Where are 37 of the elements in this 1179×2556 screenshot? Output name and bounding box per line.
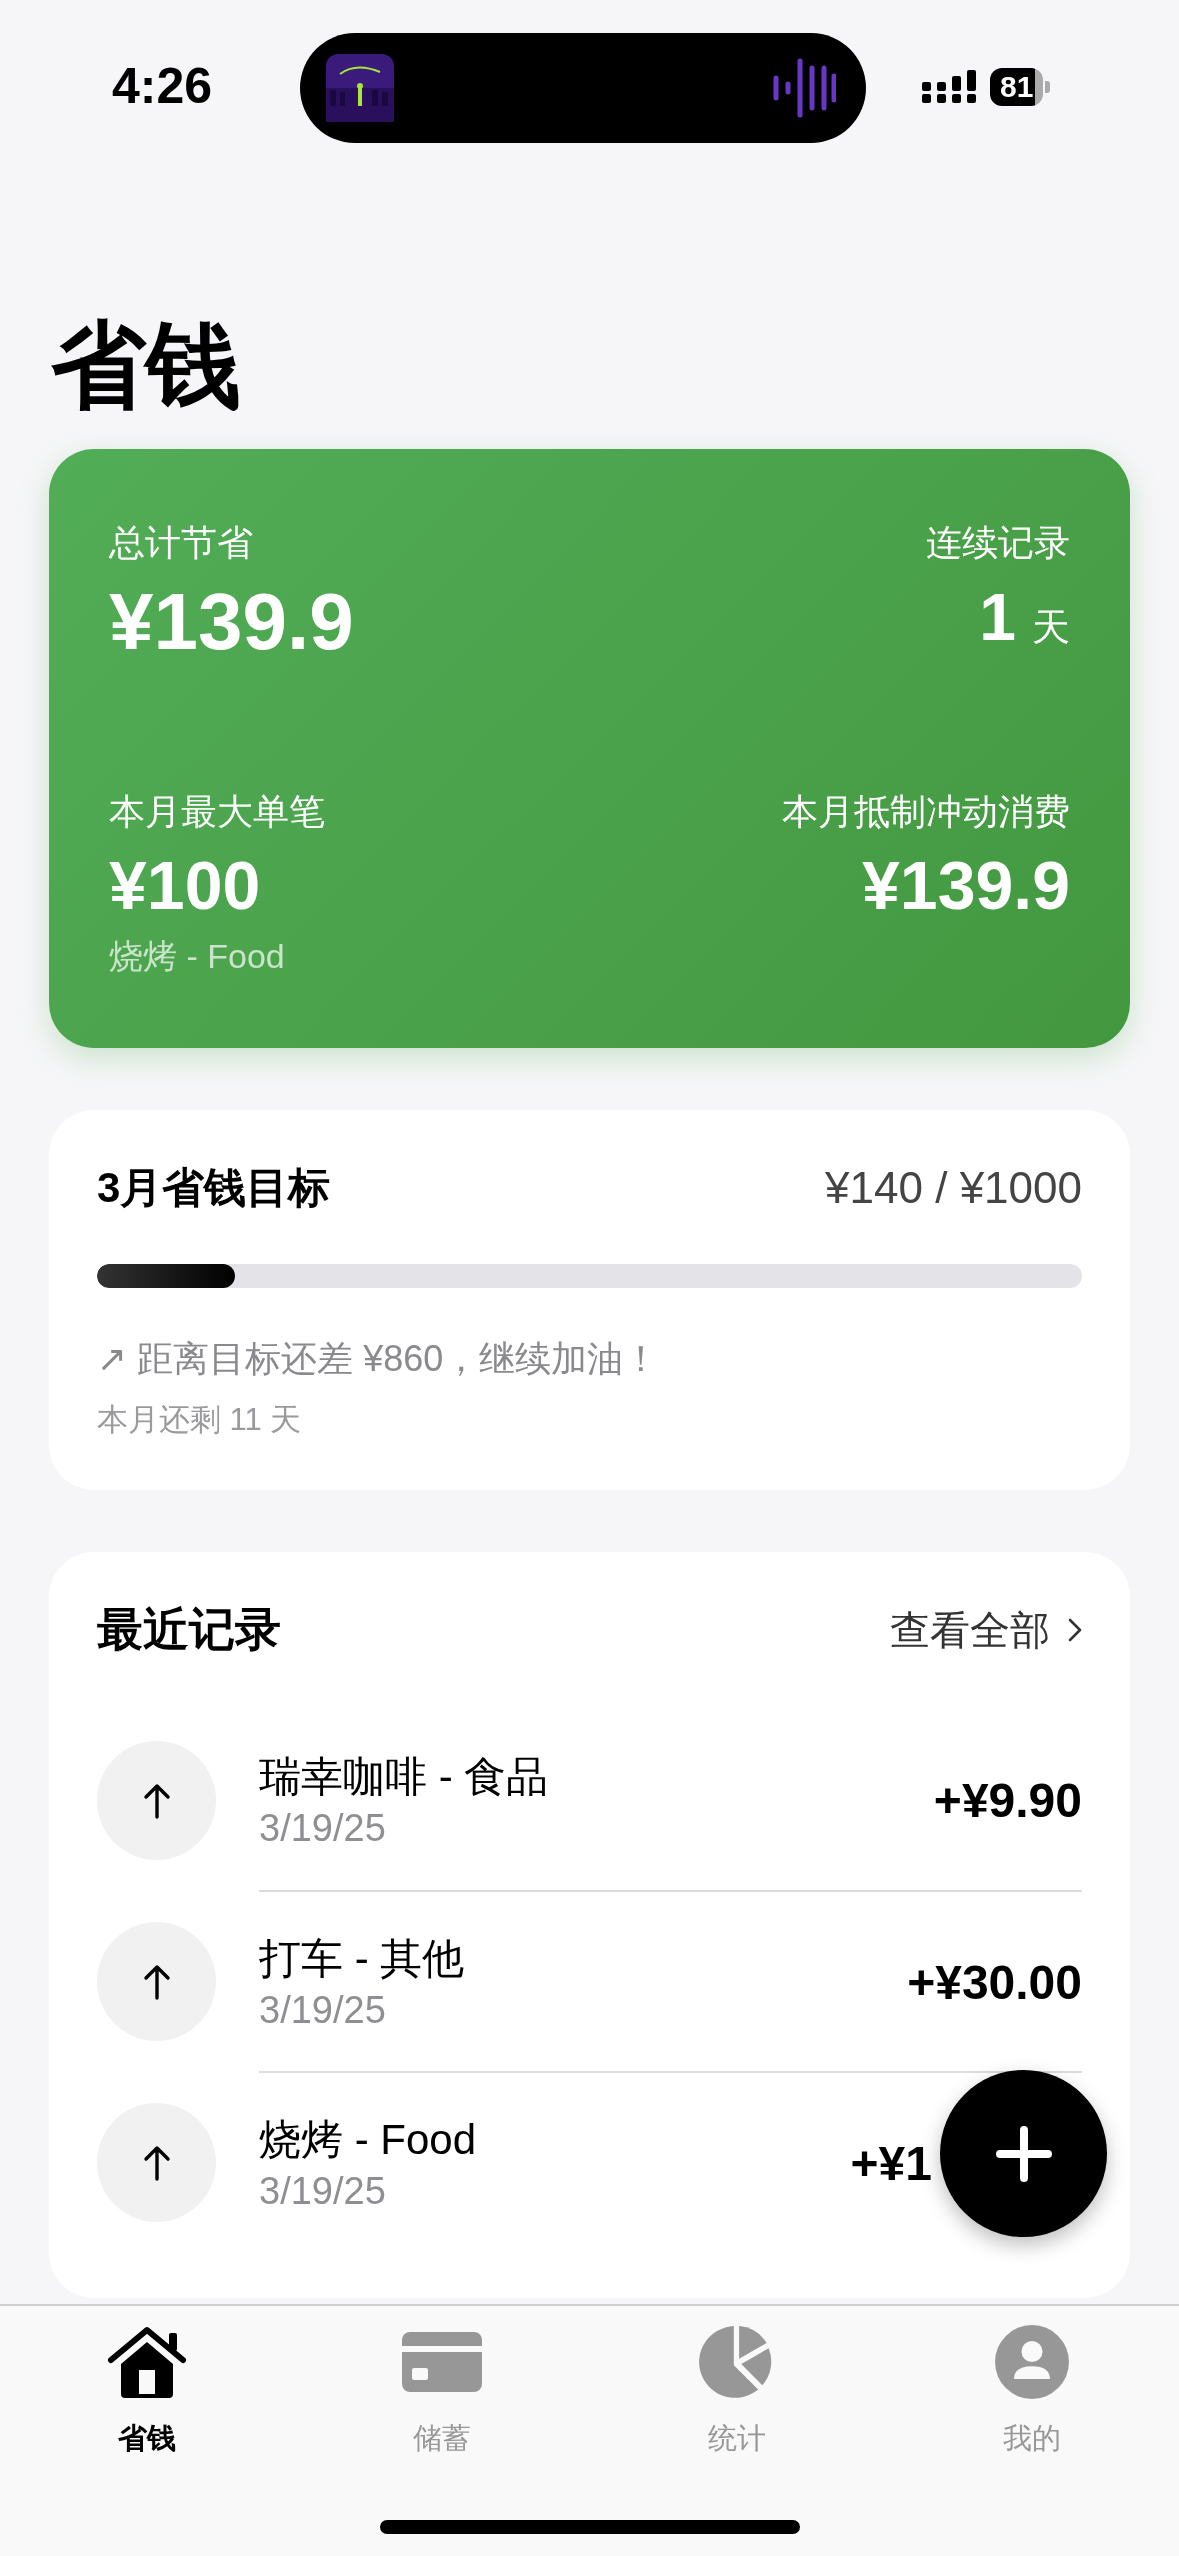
tab-item[interactable]: 我的 xyxy=(884,2306,1179,2456)
record-date: 3/19/25 xyxy=(259,1987,387,2033)
battery-level: 81 xyxy=(1000,70,1034,103)
tab-item[interactable]: 统计 xyxy=(589,2306,885,2456)
total-value: ¥139.9 xyxy=(109,577,354,667)
record-date: 3/19/25 xyxy=(259,2168,387,2214)
days-remaining: 本月还剩 11 天 xyxy=(97,1401,303,1439)
streak-unit: 天 xyxy=(1032,605,1070,650)
record-amount: +¥9.90 xyxy=(933,1773,1082,1828)
home-icon xyxy=(107,2324,188,2400)
record-name: 瑞幸咖啡 - 食品 xyxy=(259,1751,549,1802)
record-amount: +¥30.00 xyxy=(907,1955,1082,2010)
record-name: 烧烤 - Food xyxy=(259,2114,477,2165)
streak-value: 1 xyxy=(979,579,1016,656)
chevron-icon xyxy=(1068,1618,1082,1642)
record-amount: +¥1 xyxy=(850,2136,932,2191)
status-time: 4:26 xyxy=(112,57,213,116)
max-note: 烧烤 - Food xyxy=(109,936,286,977)
view-all-link[interactable]: 查看全部 xyxy=(890,1602,1082,1658)
signal-icon xyxy=(922,70,978,104)
resisted-label: 本月抵制冲动消费 xyxy=(782,790,1070,834)
recent-title: 最近记录 xyxy=(97,1602,281,1657)
streak-label: 连续记录 xyxy=(926,521,1070,565)
resisted-value: ¥139.9 xyxy=(862,846,1070,924)
page-title: 省钱 xyxy=(51,311,242,420)
max-label: 本月最大单笔 xyxy=(109,790,325,834)
record-date: 3/19/25 xyxy=(259,1805,387,1851)
tab-item[interactable]: 储蓄 xyxy=(294,2306,590,2456)
plus-icon xyxy=(993,2123,1054,2184)
goal-hint: ↗ 距离目标还差 ¥860，继续加油！ xyxy=(97,1337,661,1381)
battery-tip xyxy=(1045,81,1051,93)
tab-item[interactable]: 省钱 xyxy=(0,2306,295,2456)
record-name: 打车 - 其他 xyxy=(259,1933,465,1984)
total-label: 总计节省 xyxy=(109,521,254,565)
waveform-icon xyxy=(772,58,836,118)
max-value: ¥100 xyxy=(109,846,262,924)
goal-title: 3月省钱目标 xyxy=(97,1163,331,1213)
